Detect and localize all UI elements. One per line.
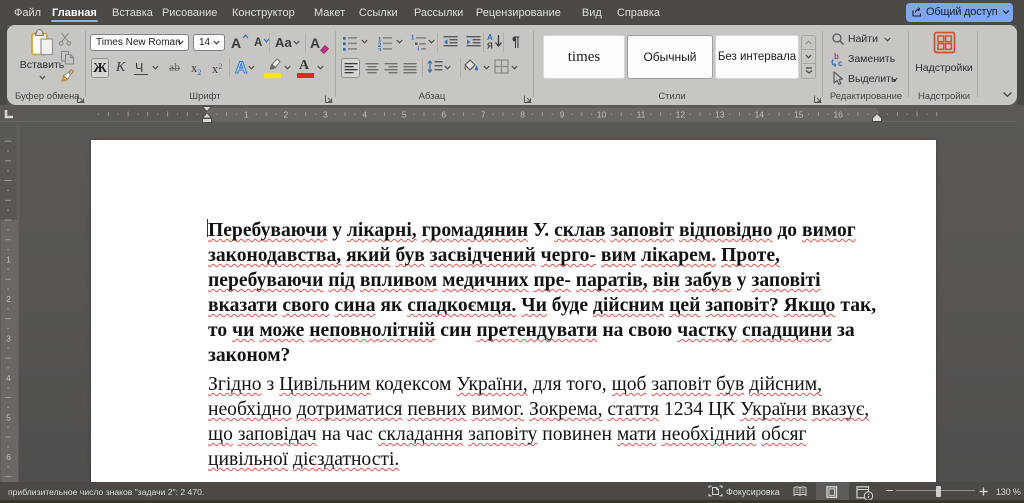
svg-text:13: 13 bbox=[715, 109, 725, 119]
svg-text:9: 9 bbox=[560, 109, 565, 119]
svg-text:4: 4 bbox=[362, 109, 367, 119]
svg-text:15: 15 bbox=[794, 109, 804, 119]
svg-text:4: 4 bbox=[6, 373, 11, 383]
svg-text:8: 8 bbox=[520, 109, 525, 119]
svg-text:12: 12 bbox=[676, 109, 686, 119]
svg-text:3: 3 bbox=[378, 49, 382, 52]
svg-text:14: 14 bbox=[755, 109, 765, 119]
svg-text:10: 10 bbox=[597, 109, 607, 119]
svg-text:А: А bbox=[235, 58, 247, 77]
svg-text:i: i bbox=[418, 47, 420, 52]
svg-text:6: 6 bbox=[6, 452, 11, 462]
svg-text:11: 11 bbox=[637, 109, 646, 119]
svg-text:2: 2 bbox=[6, 294, 11, 304]
svg-text:2: 2 bbox=[284, 109, 289, 119]
svg-text:1: 1 bbox=[411, 36, 415, 42]
svg-text:3: 3 bbox=[6, 334, 11, 344]
svg-text:3: 3 bbox=[323, 109, 328, 119]
svg-text:1: 1 bbox=[6, 255, 11, 265]
svg-text:1: 1 bbox=[244, 109, 249, 119]
svg-text:c: c bbox=[838, 59, 843, 67]
svg-text:Я: Я bbox=[487, 42, 493, 51]
svg-text:16: 16 bbox=[833, 109, 843, 119]
svg-text:5: 5 bbox=[402, 109, 407, 119]
svg-text:7: 7 bbox=[481, 109, 486, 119]
svg-text:6: 6 bbox=[441, 109, 446, 119]
svg-text:5: 5 bbox=[6, 412, 11, 422]
